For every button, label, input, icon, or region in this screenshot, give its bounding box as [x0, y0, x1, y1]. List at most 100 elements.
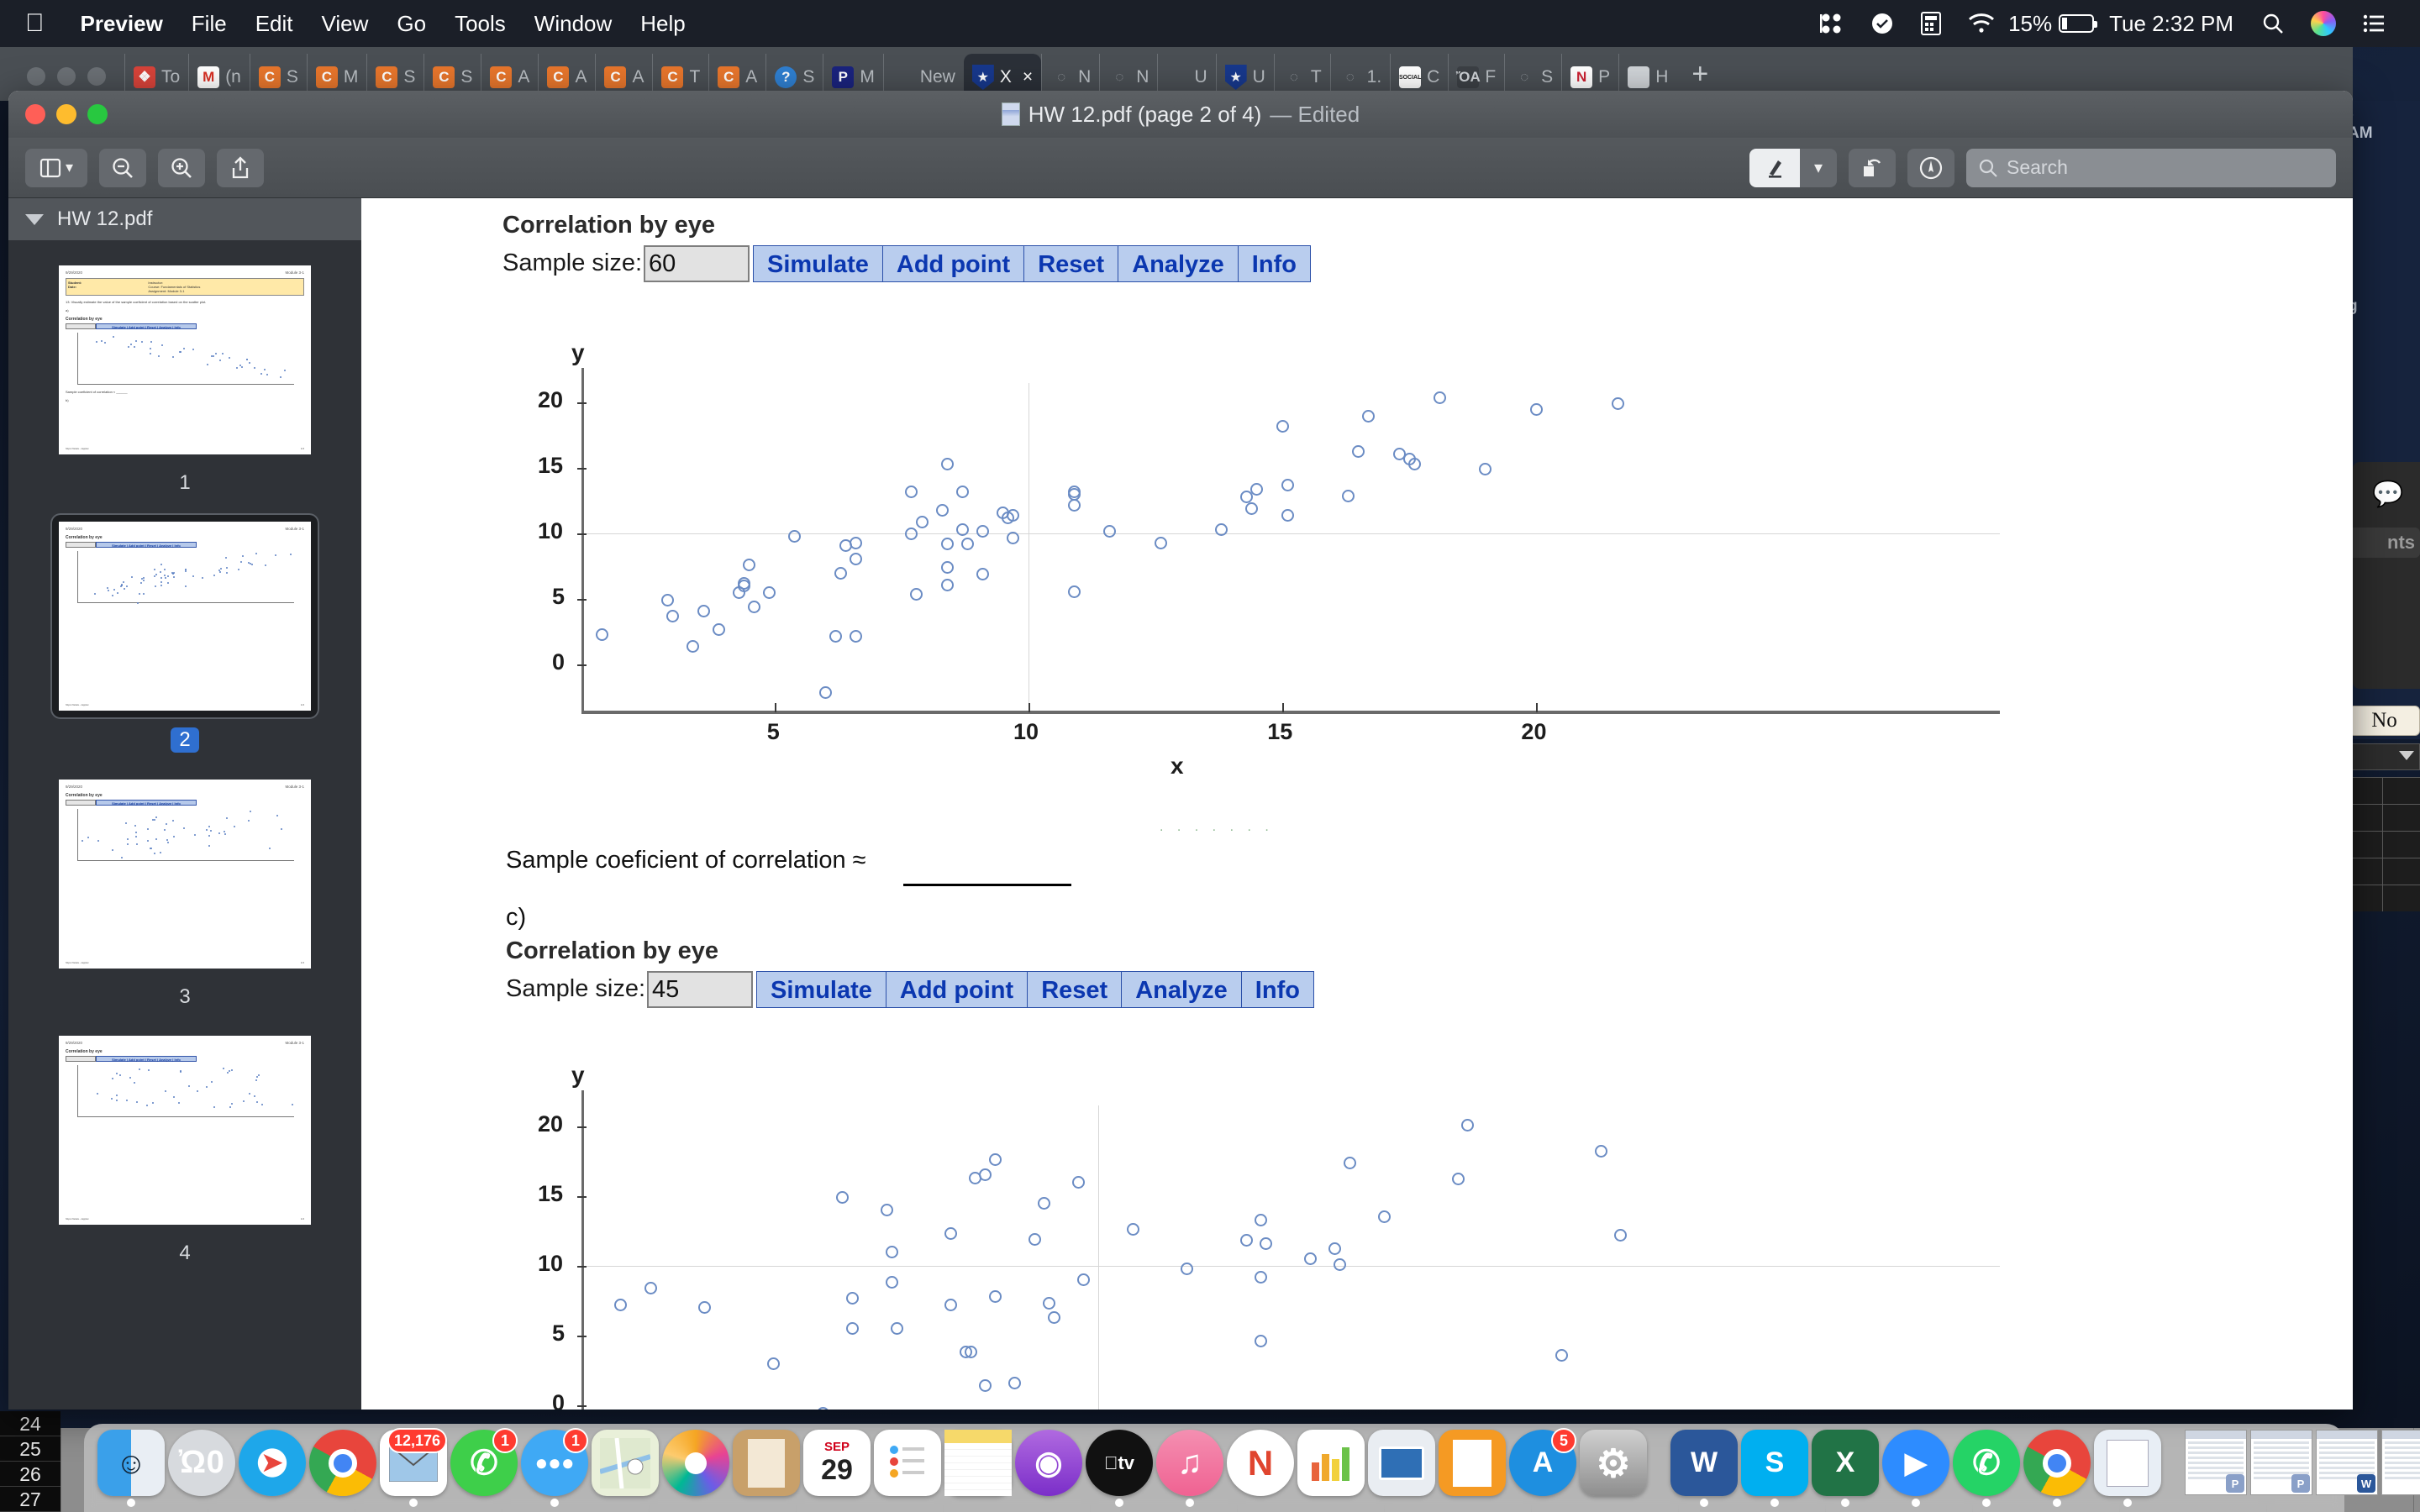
- appstore-icon[interactable]: A5: [1509, 1428, 1576, 1507]
- sidebar-view-button[interactable]: ▾: [25, 148, 87, 187]
- annotate-button[interactable]: [1907, 148, 1954, 187]
- safari-icon[interactable]: ➤: [239, 1430, 306, 1507]
- battery-icon[interactable]: [2059, 14, 2098, 33]
- itunes-icon[interactable]: ♫: [1156, 1430, 1223, 1507]
- add-point-button[interactable]: Add point: [885, 971, 1028, 1008]
- notes-icon[interactable]: [944, 1430, 1012, 1507]
- contacts-icon[interactable]: [733, 1430, 800, 1507]
- messages-icon[interactable]: ●●● 1: [521, 1428, 588, 1507]
- news-icon[interactable]: N: [1227, 1430, 1294, 1507]
- minimized-window[interactable]: W: [2316, 1430, 2378, 1507]
- pages-icon[interactable]: [1439, 1430, 1506, 1507]
- control-center-icon[interactable]: [2363, 14, 2385, 33]
- thumbnail-frame[interactable]: 9/29/2020 Module 3-1 Student: Date: Instruct…: [50, 257, 319, 463]
- appletv-icon[interactable]: tv: [1086, 1430, 1153, 1507]
- facetime-icon[interactable]: ✆ 1: [450, 1428, 518, 1507]
- zoom-participants-icon[interactable]: 💬: [2370, 480, 2407, 509]
- search-icon[interactable]: [2262, 13, 2284, 34]
- word-icon[interactable]: W: [1670, 1430, 1738, 1507]
- keynote-icon[interactable]: [1368, 1430, 1435, 1507]
- close-tab-icon[interactable]: ×: [1023, 67, 1033, 87]
- thumbnail-page-3[interactable]: 9/29/2020 Module 3-1 Correlation by eye Sim…: [8, 771, 361, 1009]
- menu-edit[interactable]: Edit: [241, 11, 308, 37]
- thumbnail-page-1[interactable]: 9/29/2020 Module 3-1 Student: Date: Instruct…: [8, 257, 361, 495]
- excel-grid[interactable]: [2344, 777, 2420, 911]
- thumbnail-page-2[interactable]: 9/29/2020 Module 3-1 Correlation by eye Sim…: [8, 513, 361, 753]
- excel-no-cell[interactable]: No: [2349, 706, 2420, 736]
- menu-tools[interactable]: Tools: [440, 11, 520, 37]
- excel-icon[interactable]: X: [1812, 1430, 1879, 1507]
- background-spreadsheet-row-headers[interactable]: 24 25 26 27: [0, 1411, 60, 1512]
- maps-icon[interactable]: [592, 1430, 659, 1507]
- chrome-icon[interactable]: [2023, 1430, 2091, 1507]
- skype-icon[interactable]: S: [1741, 1430, 1808, 1507]
- thumbnail-frame[interactable]: 9/29/2020 Module 3-1 Correlation by eye Sim…: [50, 771, 319, 977]
- chrome-icon[interactable]: [309, 1430, 376, 1507]
- calculator-icon[interactable]: [1921, 12, 1942, 35]
- finder-icon[interactable]: ☺: [97, 1430, 165, 1507]
- minimized-window[interactable]: P: [2185, 1430, 2247, 1507]
- markup-pen-button[interactable]: [1749, 148, 1800, 187]
- podcasts-icon[interactable]: ◉: [1015, 1430, 1082, 1507]
- info-button[interactable]: Info: [1237, 245, 1311, 282]
- reset-button[interactable]: Reset: [1023, 245, 1118, 282]
- menu-file[interactable]: File: [177, 11, 241, 37]
- siri-icon[interactable]: [2311, 11, 2336, 36]
- sample-size-input[interactable]: 45: [647, 971, 754, 1008]
- thumbnail-list[interactable]: 9/29/2020 Module 3-1 Student: Date: Instruct…: [8, 240, 361, 1410]
- simulate-button[interactable]: Simulate: [756, 971, 886, 1008]
- markup-dropdown-button[interactable]: ▾: [1800, 148, 1837, 187]
- pdf-scroll-view[interactable]: Correlation by eye Sample size: 60 Simul…: [361, 198, 2353, 1410]
- simulate-button[interactable]: Simulate: [753, 245, 882, 282]
- launchpad-icon[interactable]: Ὠ0: [168, 1430, 235, 1507]
- analyze-button[interactable]: Analyze: [1118, 245, 1238, 282]
- minimized-window[interactable]: P: [2250, 1430, 2312, 1507]
- sheet-row-header[interactable]: 24: [0, 1411, 60, 1436]
- share-button[interactable]: [217, 148, 264, 187]
- new-tab-button[interactable]: +: [1691, 58, 1708, 91]
- excel-dropdown[interactable]: [2344, 743, 2420, 770]
- menu-preview[interactable]: Preview: [66, 11, 177, 37]
- menu-window[interactable]: Window: [520, 11, 626, 37]
- mail-icon[interactable]: 12,176: [380, 1428, 447, 1507]
- zoom-icon[interactable]: ▶: [1882, 1430, 1949, 1507]
- info-button[interactable]: Info: [1240, 971, 1314, 1008]
- reminders-icon[interactable]: [874, 1430, 941, 1507]
- sidebar-header[interactable]: HW 12.pdf: [8, 198, 361, 240]
- sheet-row-header[interactable]: 25: [0, 1436, 60, 1462]
- analyze-button[interactable]: Analyze: [1121, 971, 1241, 1008]
- apple-menu-icon[interactable]: : [25, 11, 45, 36]
- checkmark-circle-icon[interactable]: [1870, 12, 1894, 35]
- minimized-window[interactable]: X: [2381, 1430, 2420, 1507]
- thumbnail-page-4[interactable]: 9/29/2020 Module 3-1 Correlation by eye Sim…: [8, 1027, 361, 1265]
- menu-view[interactable]: View: [308, 11, 383, 37]
- data-point: [940, 458, 954, 471]
- stats-icon[interactable]: [1818, 12, 1844, 35]
- background-window-controls[interactable]: [27, 67, 106, 86]
- sheet-row-header[interactable]: 27: [0, 1487, 60, 1512]
- menu-help[interactable]: Help: [626, 11, 699, 37]
- thumbnail-frame[interactable]: 9/29/2020 Module 3-1 Correlation by eye Sim…: [50, 513, 319, 719]
- sheet-row-header[interactable]: 26: [0, 1462, 60, 1487]
- sample-size-input[interactable]: 60: [644, 245, 750, 282]
- photos-icon[interactable]: [662, 1430, 729, 1507]
- reset-button[interactable]: Reset: [1027, 971, 1122, 1008]
- numbers-icon[interactable]: [1297, 1430, 1365, 1507]
- preview-icon[interactable]: [2094, 1430, 2161, 1507]
- disclosure-triangle-icon[interactable]: [25, 213, 44, 225]
- calendar-icon[interactable]: SEP 29: [803, 1430, 871, 1507]
- whatsapp-icon[interactable]: ✆: [1953, 1430, 2020, 1507]
- rotate-button[interactable]: [1849, 148, 1896, 187]
- answer-blank-b[interactable]: [903, 884, 1071, 886]
- zoom-out-button[interactable]: [99, 148, 146, 187]
- zoom-in-button[interactable]: [158, 148, 205, 187]
- applet-controls-row: Sample size: 60 Simulate Add point Reset…: [502, 245, 1311, 282]
- thumbnail-frame[interactable]: 9/29/2020 Module 3-1 Correlation by eye Sim…: [50, 1027, 319, 1233]
- markup-button-group[interactable]: ▾: [1749, 148, 1837, 187]
- menu-bar-clock[interactable]: Tue 2:32 PM: [2109, 11, 2233, 37]
- wifi-icon[interactable]: [1968, 13, 1995, 34]
- system-preferences-icon[interactable]: ⚙: [1580, 1430, 1647, 1507]
- menu-go[interactable]: Go: [382, 11, 440, 37]
- search-input[interactable]: Search: [1966, 148, 2336, 187]
- add-point-button[interactable]: Add point: [881, 245, 1024, 282]
